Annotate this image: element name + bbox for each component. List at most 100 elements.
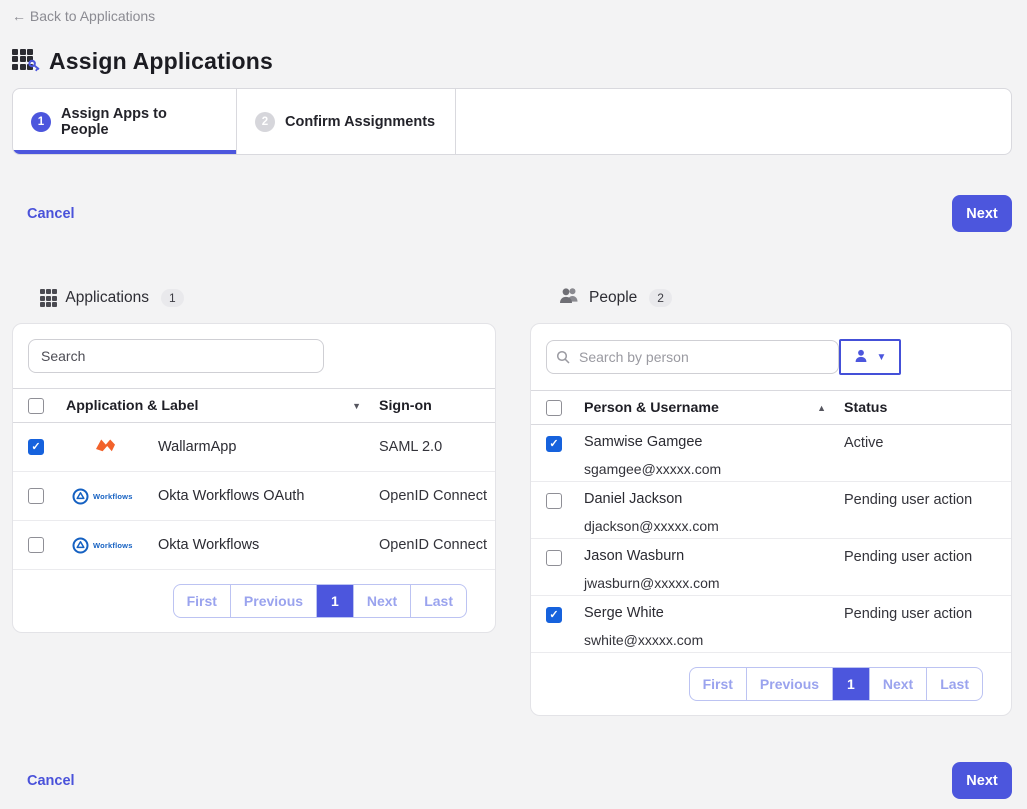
pagination-current-page[interactable]: 1: [316, 585, 353, 617]
sign-on-value: OpenID Connect: [379, 488, 495, 504]
applications-count-badge: 1: [161, 289, 184, 307]
person-name: Serge White: [584, 605, 844, 621]
status-column-header: Status: [844, 400, 1011, 416]
pagination-last-button[interactable]: Last: [410, 585, 466, 617]
applications-select-all-checkbox[interactable]: [28, 398, 44, 414]
applications-search-row: [13, 324, 495, 388]
top-toolbar: Cancel Next: [12, 195, 1012, 232]
person-username: swhite@xxxxx.com: [584, 632, 844, 648]
cancel-link-top[interactable]: Cancel: [27, 206, 75, 222]
pagination-previous-button[interactable]: Previous: [746, 668, 832, 700]
cancel-link-bottom[interactable]: Cancel: [27, 773, 75, 789]
assign-applications-icon: [12, 49, 38, 75]
workflows-logo-text: Workflows: [93, 492, 133, 501]
row-checkbox[interactable]: [546, 436, 562, 452]
people-select-all-checkbox[interactable]: [546, 400, 562, 416]
bottom-toolbar: Cancel Next: [12, 762, 1012, 799]
checkbox-cell: [28, 439, 66, 455]
people-pagination: First Previous 1 Next Last: [689, 667, 983, 701]
applications-card: Application & Label ▼ Sign-on: [12, 323, 496, 633]
row-checkbox[interactable]: [28, 439, 44, 455]
person-row[interactable]: Serge White swhite@xxxxx.com Pending use…: [531, 596, 1011, 653]
person-row[interactable]: Jason Wasburn jwasburn@xxxxx.com Pending…: [531, 539, 1011, 596]
page-title: Assign Applications: [49, 48, 273, 75]
application-row[interactable]: Workflows Okta Workflows OpenID Connect: [13, 521, 495, 570]
pagination-current-page[interactable]: 1: [832, 668, 869, 700]
status-value: Pending user action: [844, 548, 1011, 565]
people-section-header: People 2: [530, 286, 1012, 310]
application-row[interactable]: WallarmApp SAML 2.0: [13, 423, 495, 472]
person-username: djackson@xxxxx.com: [584, 518, 844, 534]
person-name: Daniel Jackson: [584, 491, 844, 507]
row-checkbox[interactable]: [546, 550, 562, 566]
logo-cell: Workflows: [66, 537, 146, 554]
pagination-first-button[interactable]: First: [690, 668, 746, 700]
tab-label: Confirm Assignments: [285, 114, 435, 130]
applications-table-header: Application & Label ▼ Sign-on: [13, 388, 495, 423]
person-cell: Jason Wasburn jwasburn@xxxxx.com: [584, 548, 844, 591]
person-row[interactable]: Daniel Jackson djackson@xxxxx.com Pendin…: [531, 482, 1011, 539]
tab-assign-apps-to-people[interactable]: 1 Assign Apps to People: [13, 89, 237, 154]
sort-asc-icon: ▲: [817, 403, 826, 413]
people-table-header: Person & Username ▲ Status: [531, 390, 1011, 425]
step-2-badge: 2: [255, 112, 275, 132]
checkbox-cell: [546, 605, 584, 623]
next-button-top[interactable]: Next: [952, 195, 1012, 232]
logo-cell: [66, 436, 146, 459]
person-username-column-header[interactable]: Person & Username ▲: [584, 400, 844, 416]
row-checkbox[interactable]: [28, 488, 44, 504]
row-checkbox[interactable]: [546, 493, 562, 509]
step-1-badge: 1: [31, 112, 51, 132]
tab-label: Assign Apps to People: [61, 106, 218, 138]
people-search-row: ▼: [531, 324, 1011, 390]
checkbox-cell: [546, 434, 584, 452]
status-value: Active: [844, 434, 1011, 451]
applications-column: Applications 1 Application & Label ▼ Sig…: [12, 286, 496, 716]
people-column: People 2: [530, 286, 1012, 716]
next-button-bottom[interactable]: Next: [952, 762, 1012, 799]
pagination-first-button[interactable]: First: [174, 585, 230, 617]
row-checkbox[interactable]: [546, 607, 562, 623]
okta-workflows-logo: Workflows: [72, 488, 133, 505]
back-to-applications-link[interactable]: ← Back to Applications: [12, 8, 155, 24]
person-username: jwasburn@xxxxx.com: [584, 575, 844, 591]
applications-section-header: Applications 1: [12, 286, 496, 310]
row-checkbox[interactable]: [28, 537, 44, 553]
person-name: Jason Wasburn: [584, 548, 844, 564]
people-search-input[interactable]: [546, 340, 839, 374]
tab-confirm-assignments[interactable]: 2 Confirm Assignments: [237, 89, 456, 154]
key-icon: [27, 58, 42, 78]
person-cell: Samwise Gamgee sgamgee@xxxxx.com: [584, 434, 844, 477]
applications-pagination: First Previous 1 Next Last: [173, 584, 467, 618]
status-value: Pending user action: [844, 491, 1011, 508]
person-cell: Daniel Jackson djackson@xxxxx.com: [584, 491, 844, 534]
checkbox-cell: [28, 488, 66, 504]
sign-on-column-header: Sign-on: [379, 398, 495, 414]
application-row[interactable]: Workflows Okta Workflows OAuth OpenID Co…: [13, 472, 495, 521]
pagination-next-button[interactable]: Next: [869, 668, 926, 700]
workflows-logo-text: Workflows: [93, 541, 133, 550]
pagination-previous-button[interactable]: Previous: [230, 585, 316, 617]
people-filter-dropdown-button[interactable]: ▼: [839, 339, 901, 375]
applications-section-title: Applications: [65, 289, 149, 307]
search-icon: [556, 350, 570, 369]
application-label-column-header[interactable]: Application & Label ▼: [66, 398, 379, 414]
person-name: Samwise Gamgee: [584, 434, 844, 450]
sign-on-value: OpenID Connect: [379, 537, 495, 553]
applications-search-input[interactable]: [28, 339, 324, 373]
people-count-badge: 2: [649, 289, 672, 307]
people-card: ▼ Person & Username ▲ Status: [530, 323, 1012, 716]
wizard-tab-bar: 1 Assign Apps to People 2 Confirm Assign…: [12, 88, 1012, 155]
people-pagination-row: First Previous 1 Next Last: [531, 653, 1011, 715]
pagination-last-button[interactable]: Last: [926, 668, 982, 700]
content-columns: Applications 1 Application & Label ▼ Sig…: [12, 286, 1012, 716]
people-search-wrap: [546, 340, 839, 374]
pagination-next-button[interactable]: Next: [353, 585, 410, 617]
application-name: Okta Workflows: [146, 537, 379, 553]
person-row[interactable]: Samwise Gamgee sgamgee@xxxxx.com Active: [531, 425, 1011, 482]
column-header-label: Application & Label: [66, 398, 198, 414]
person-cell: Serge White swhite@xxxxx.com: [584, 605, 844, 648]
page-title-row: Assign Applications: [12, 48, 1012, 75]
sign-on-value: SAML 2.0: [379, 439, 495, 455]
people-section-title: People: [589, 289, 637, 307]
